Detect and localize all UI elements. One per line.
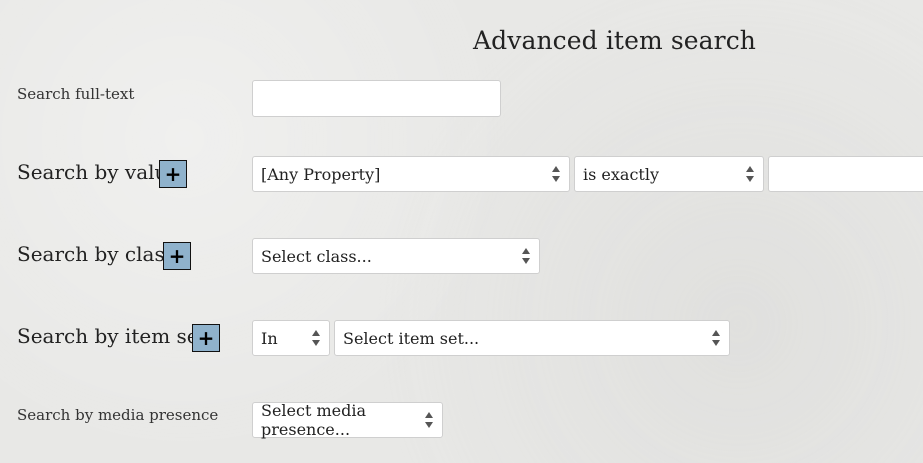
- value-input[interactable]: [768, 156, 923, 192]
- plus-icon: +: [168, 244, 186, 268]
- item-set-in-select[interactable]: In: [252, 320, 330, 356]
- by-class-label-text: Search by class: [17, 242, 175, 266]
- add-value-button[interactable]: +: [159, 160, 187, 188]
- plus-icon: +: [164, 162, 182, 186]
- class-select[interactable]: Select class...: [252, 238, 540, 274]
- fulltext-label: Search full-text: [17, 85, 135, 103]
- operator-select[interactable]: is exactly: [574, 156, 764, 192]
- updown-arrows-icon: [552, 166, 560, 182]
- in-select-value: In: [261, 328, 278, 348]
- fulltext-input[interactable]: [252, 80, 501, 117]
- by-item-set-label[interactable]: Search by item set: [17, 324, 215, 348]
- updown-arrows-icon: [746, 166, 754, 182]
- media-select-value: Select media presence...: [261, 401, 367, 439]
- updown-arrows-icon: [712, 330, 720, 346]
- by-class-label[interactable]: Search by class: [17, 242, 183, 266]
- by-value-label: Search by value: [17, 160, 180, 184]
- updown-arrows-icon: [522, 248, 530, 264]
- add-item-set-button[interactable]: +: [192, 324, 220, 352]
- updown-arrows-icon: [425, 412, 433, 428]
- class-select-value: Select class...: [261, 246, 372, 266]
- property-select[interactable]: [Any Property]: [252, 156, 570, 192]
- by-item-set-label-text: Search by item set: [17, 324, 207, 348]
- add-class-button[interactable]: +: [163, 242, 191, 270]
- page-title: Advanced item search: [473, 26, 757, 55]
- item-set-select[interactable]: Select item set...: [334, 320, 730, 356]
- property-select-value: [Any Property]: [261, 164, 381, 184]
- updown-arrows-icon: [312, 330, 320, 346]
- by-media-label: Search by media presence: [17, 406, 219, 424]
- media-presence-select[interactable]: Select media presence...: [252, 401, 443, 439]
- item-set-select-value: Select item set...: [343, 328, 480, 348]
- plus-icon: +: [197, 326, 215, 350]
- operator-select-value: is exactly: [583, 164, 659, 184]
